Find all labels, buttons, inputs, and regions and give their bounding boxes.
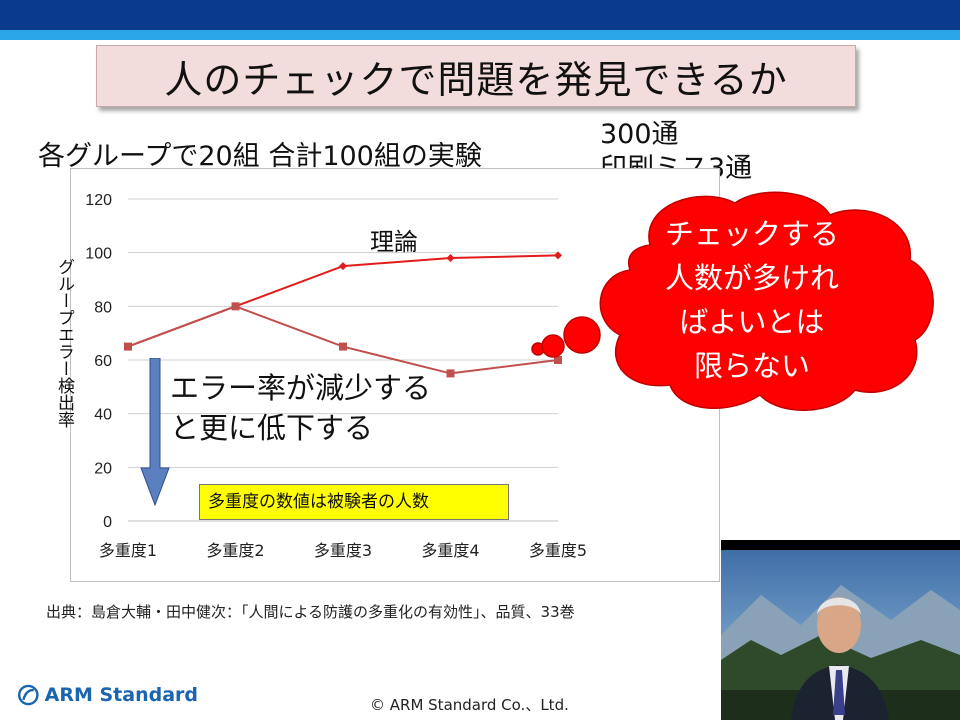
x-tick-label: 多重度2: [206, 541, 264, 560]
y-tick-label: 40: [94, 407, 112, 424]
down-arrow-icon: [140, 358, 170, 506]
data-point: [339, 262, 347, 271]
data-point: [446, 369, 455, 378]
y-tick-label: 20: [94, 460, 112, 477]
theory-series-label: 理論: [370, 228, 418, 256]
y-tick-label: 0: [103, 514, 112, 531]
callout-text: チェックする 人数が多けれ ばよいとは 限らない: [664, 217, 839, 383]
company-logo: ARM Standard: [18, 678, 198, 712]
data-point: [231, 302, 240, 311]
y-tick-label: 60: [94, 353, 112, 370]
x-tick-label: 多重度1: [99, 541, 157, 560]
annotation-text: エラー率が減少する と更に低下する: [170, 371, 432, 445]
y-tick-label: 80: [94, 299, 112, 316]
presenter-video-image: [721, 540, 960, 720]
data-point: [339, 342, 347, 351]
data-point: [124, 342, 132, 351]
x-tick-label: 多重度5: [529, 541, 587, 560]
header-bar: [0, 0, 960, 30]
y-tick-label: 100: [85, 246, 112, 263]
y-tick-label: 120: [85, 192, 112, 209]
arm-logo-icon: [18, 684, 39, 706]
source-citation: 出典：島倉大輔・田中健次：「人間による防護の多重化の有効性」、品質、33巻: [46, 603, 575, 621]
video-feed: [721, 540, 960, 720]
copyright: © ARM Standard Co.、Ltd.: [370, 696, 569, 714]
x-tick-label: 多重度3: [314, 541, 372, 560]
slide-title: 人のチェックで問題を発見できるか: [96, 45, 856, 107]
data-point: [446, 254, 455, 263]
sample-count: 300通: [600, 119, 679, 150]
header-stripe: [0, 30, 960, 40]
multiplicity-note: 多重度の数値は被験者の人数: [199, 484, 509, 520]
logo-text: ARM Standard: [44, 684, 198, 706]
series-line-2: [127, 305, 559, 375]
y-axis-label: グループエラー検出率: [54, 258, 74, 428]
x-tick-label: 多重度4: [421, 541, 479, 560]
